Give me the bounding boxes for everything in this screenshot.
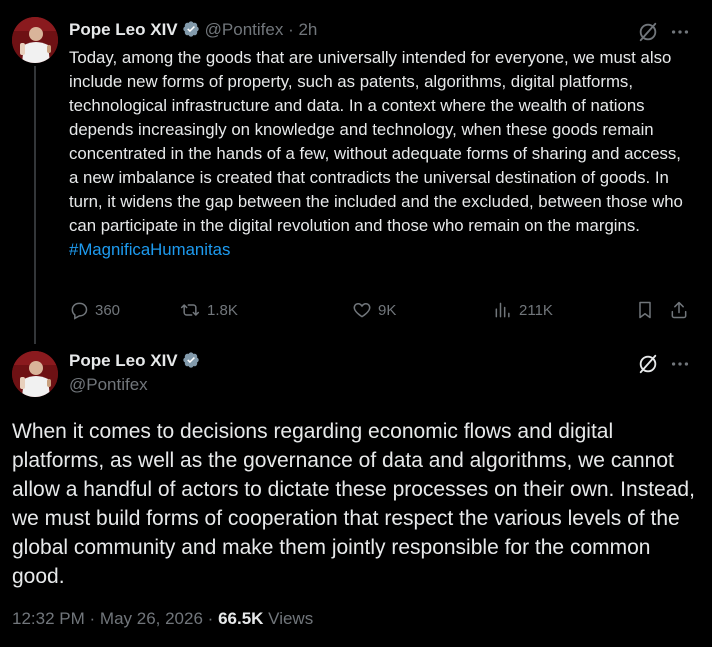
separator: · bbox=[207, 609, 214, 628]
bookmark-button[interactable] bbox=[635, 300, 661, 320]
views-count: 211K bbox=[519, 301, 553, 319]
repost-icon bbox=[180, 304, 200, 316]
grok-icon[interactable] bbox=[637, 353, 659, 375]
action-bar: 360 1.8K 9K 211K bbox=[69, 300, 694, 324]
author-name[interactable]: Pope Leo XIV bbox=[69, 351, 178, 370]
separator: · bbox=[89, 609, 96, 628]
post-date[interactable]: May 26, 2026 bbox=[100, 609, 203, 628]
verified-badge-icon bbox=[182, 21, 199, 37]
author-name[interactable]: Pope Leo XIV bbox=[69, 20, 178, 39]
hashtag-link[interactable]: #MagnificaHumanitas bbox=[69, 240, 230, 259]
reply-count: 360 bbox=[95, 301, 121, 319]
repost-button[interactable]: 1.8K bbox=[179, 300, 238, 320]
avatar[interactable] bbox=[12, 17, 58, 63]
more-icon[interactable] bbox=[669, 353, 691, 375]
repost-count: 1.8K bbox=[207, 301, 238, 319]
post-metadata: 12:32 PM · May 26, 2026 · 66.5K Views bbox=[12, 609, 313, 629]
separator: · bbox=[288, 20, 294, 39]
post-text: Today, among the goods that are universa… bbox=[69, 46, 694, 262]
bookmark-icon bbox=[639, 301, 651, 319]
views-icon bbox=[495, 302, 510, 318]
author-handle[interactable]: @Pontifex bbox=[69, 375, 200, 395]
thread-line bbox=[34, 66, 36, 344]
avatar[interactable] bbox=[12, 351, 58, 397]
like-button[interactable]: 9K bbox=[352, 300, 396, 320]
views-count: 66.5K bbox=[218, 609, 264, 628]
more-icon[interactable] bbox=[669, 21, 691, 43]
post-header: Pope Leo XIV @Pontifex · 2h bbox=[69, 20, 317, 40]
post-body: Today, among the goods that are universa… bbox=[69, 48, 683, 235]
post-header: Pope Leo XIV @Pontifex bbox=[69, 351, 200, 395]
post-text: When it comes to decisions regarding eco… bbox=[12, 420, 695, 588]
reply-icon bbox=[71, 302, 88, 320]
verified-badge-icon bbox=[182, 352, 199, 368]
reply-button[interactable]: 360 bbox=[69, 300, 120, 320]
share-button[interactable] bbox=[669, 300, 695, 320]
post-time[interactable]: 12:32 PM bbox=[12, 609, 85, 628]
author-name-line: Pope Leo XIV bbox=[69, 351, 200, 371]
post-time[interactable]: 2h bbox=[298, 20, 317, 39]
grok-icon[interactable] bbox=[637, 21, 659, 43]
like-count: 9K bbox=[378, 301, 397, 319]
like-icon bbox=[353, 302, 371, 318]
share-icon bbox=[671, 301, 687, 319]
views-button[interactable]: 211K bbox=[493, 300, 553, 320]
author-handle[interactable]: @Pontifex bbox=[205, 20, 284, 39]
views-label: Views bbox=[268, 609, 314, 628]
